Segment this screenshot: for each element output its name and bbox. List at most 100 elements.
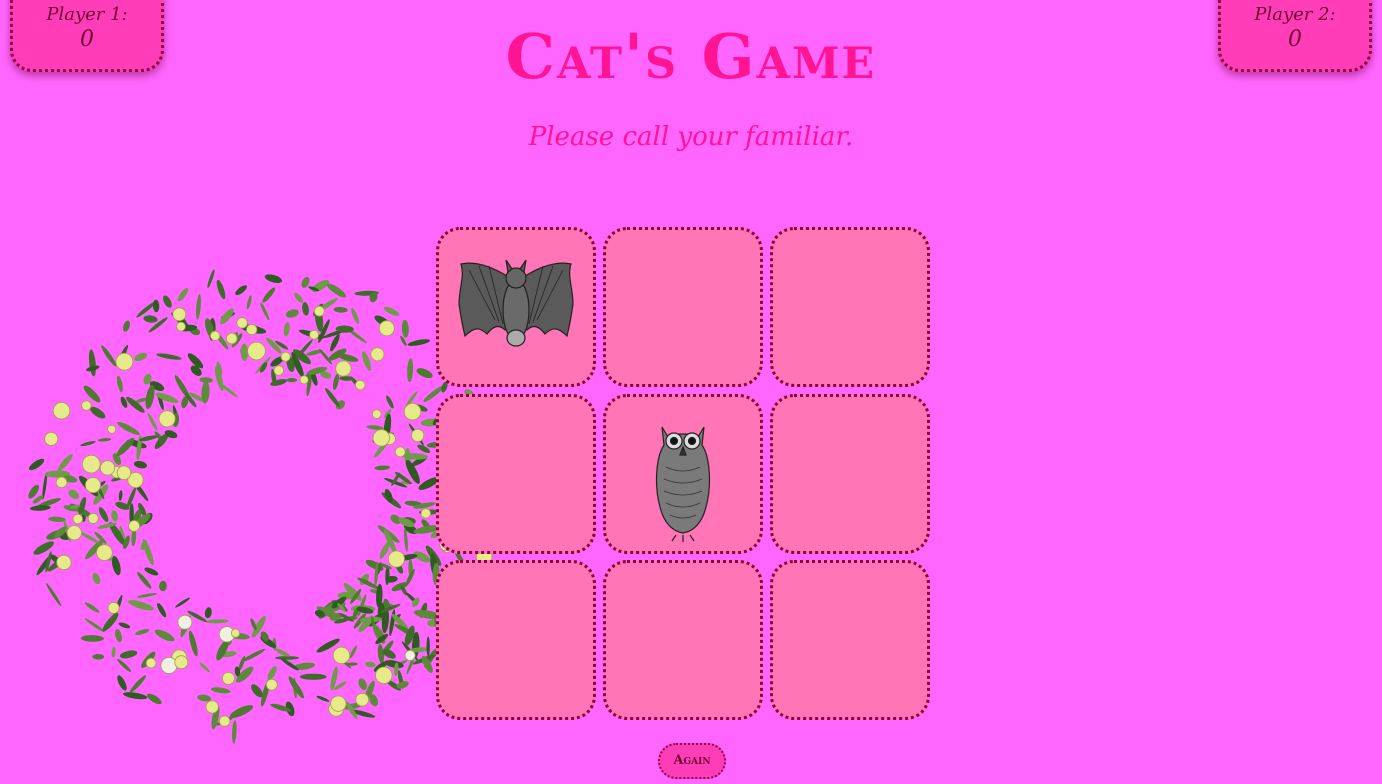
owl-icon (655, 426, 711, 542)
wreath-leaf (84, 602, 100, 613)
wreath-flower (404, 649, 416, 661)
wreath-leaf (92, 572, 101, 585)
wreath-leaf (326, 283, 347, 298)
wreath-flower (403, 402, 422, 421)
wreath-leaf (116, 437, 135, 457)
game-title: Cat's Game (505, 20, 877, 93)
wreath-leaf (383, 306, 400, 316)
wreath-leaf (84, 618, 105, 633)
board-cell-5[interactable] (603, 394, 763, 554)
wreath-flower (309, 329, 320, 340)
wreath-leaf (262, 287, 276, 303)
wreath-flower (128, 520, 140, 532)
wreath-leaf (240, 648, 266, 663)
wreath-leaf (92, 654, 105, 660)
wreath-leaf (235, 285, 247, 296)
board-cell-6[interactable] (770, 394, 930, 554)
wreath-leaf (188, 630, 198, 657)
wreath-flower (387, 550, 405, 568)
wreath-flower (115, 352, 134, 371)
again-button[interactable]: Again (658, 743, 726, 779)
wreath-leaf (134, 461, 147, 469)
wreath-leaf (294, 292, 304, 303)
wreath-leaf (156, 353, 182, 360)
wreath-leaf (117, 421, 140, 436)
wreath-leaf (143, 315, 158, 323)
wreath-leaf (386, 395, 394, 409)
wreath-leaf (57, 454, 73, 471)
wreath-flower (411, 428, 425, 442)
wreath-leaf (111, 555, 121, 576)
wreath-leaf (389, 609, 396, 637)
wreath-leaf (240, 343, 248, 361)
wreath-flower (355, 692, 370, 707)
wreath-leaf (116, 375, 123, 393)
wreath-flower (56, 554, 72, 570)
wreath-leaf (286, 378, 298, 383)
wreath-leaf (351, 307, 360, 324)
wreath-flower (172, 307, 187, 322)
wreath-flower (177, 614, 193, 630)
board-cell-4[interactable] (436, 394, 596, 554)
board-cell-3[interactable] (770, 227, 930, 387)
board-cell-8[interactable] (603, 560, 763, 720)
wreath-leaf (128, 600, 154, 611)
wreath-flower (372, 429, 391, 447)
wreath-leaf (163, 295, 172, 308)
wreath-flower (225, 332, 238, 345)
wreath-flower (160, 656, 178, 674)
wreath-leaf (426, 636, 430, 657)
board-cell-7[interactable] (436, 560, 596, 720)
wreath-flower (375, 666, 393, 685)
wreath-flower (81, 400, 92, 411)
wreath-leaf (219, 308, 234, 325)
board-cell-1[interactable] (436, 227, 596, 387)
wreath-flower (87, 512, 99, 524)
wreath-leaf (68, 489, 80, 500)
wreath-leaf (250, 618, 257, 631)
board-cell-9[interactable] (770, 560, 930, 720)
wreath-leaf (358, 678, 367, 690)
wreath-leaf (374, 465, 391, 471)
wreath-leaf (316, 695, 330, 702)
wreath-leaf (175, 597, 190, 608)
wreath-leaf (98, 507, 109, 522)
wreath-leaf (147, 413, 158, 431)
wreath-leaf (134, 352, 148, 362)
wreath-flower (116, 465, 132, 481)
wreath-flower (371, 409, 382, 419)
wreath-leaf (111, 646, 116, 658)
wreath-leaf (118, 490, 123, 501)
wreath-leaf (101, 345, 117, 367)
wreath-leaf (285, 309, 299, 318)
wreath-flower (370, 347, 385, 362)
wreath-leaf (118, 622, 131, 629)
wreath-leaf (264, 274, 283, 284)
wreath-flower (44, 431, 59, 446)
wreath-leaf (216, 279, 226, 300)
wreath-flower (378, 320, 395, 337)
wreath-flower (218, 715, 231, 727)
wreath-flower (265, 678, 278, 691)
wreath-leaf (246, 295, 252, 310)
wreath-leaf (80, 635, 104, 642)
wreath-leaf (325, 387, 340, 408)
wreath-leaf (349, 645, 357, 659)
wreath-flower (221, 671, 235, 685)
wreath-flower (280, 351, 291, 362)
wreath-leaf (274, 656, 300, 660)
wreath-flower (335, 360, 352, 377)
wreath-flower (72, 513, 84, 525)
wreath-leaf (407, 339, 431, 346)
wreath-leaf (207, 269, 215, 288)
wreath-flower (299, 375, 309, 385)
wreath-leaf (135, 628, 150, 636)
wreath-leaf (119, 650, 138, 659)
wreath-leaf (217, 381, 238, 398)
wreath-leaf (117, 675, 127, 691)
board-cell-2[interactable] (603, 227, 763, 387)
wreath-flower (247, 341, 266, 361)
wreath-leaf (152, 299, 160, 313)
wreath-flower (96, 544, 113, 561)
wreath-flower (158, 410, 176, 428)
